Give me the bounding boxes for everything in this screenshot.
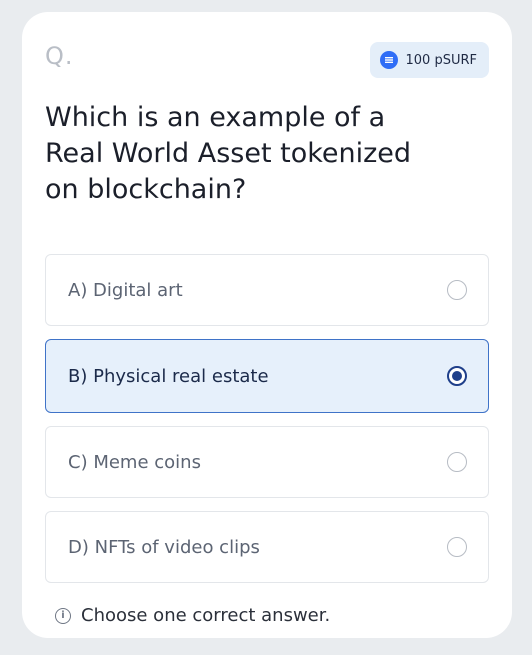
question-label: Q.: [45, 42, 74, 70]
option-b[interactable]: B) Physical real estate: [45, 339, 489, 413]
coin-icon: [379, 51, 398, 69]
option-label: B) Physical real estate: [68, 365, 269, 387]
radio-dot: [452, 371, 462, 381]
option-a[interactable]: A) Digital art: [45, 254, 489, 326]
instruction-hint: i Choose one correct answer.: [45, 605, 489, 626]
radio-unselected-icon[interactable]: [447, 280, 467, 300]
radio-selected-icon[interactable]: [447, 366, 467, 386]
radio-unselected-icon[interactable]: [447, 452, 467, 472]
option-label: C) Meme coins: [68, 451, 201, 473]
option-d[interactable]: D) NFTs of video clips: [45, 511, 489, 583]
question-text: Which is an example of a Real World Asse…: [45, 102, 412, 205]
option-label: D) NFTs of video clips: [68, 536, 260, 558]
answer-options: A) Digital art B) Physical real estate C…: [45, 254, 489, 583]
option-label: A) Digital art: [68, 279, 183, 301]
quiz-header: Q. 100 pSURF: [45, 42, 489, 82]
hint-text: Choose one correct answer.: [81, 605, 331, 626]
option-c[interactable]: C) Meme coins: [45, 426, 489, 498]
reward-amount: 100 pSURF: [405, 52, 477, 68]
radio-unselected-icon[interactable]: [447, 537, 467, 557]
reward-badge: 100 pSURF: [369, 42, 489, 78]
info-icon: i: [55, 607, 71, 624]
quiz-card: Q. 100 pSURF Which is an example of a Re…: [22, 12, 512, 638]
